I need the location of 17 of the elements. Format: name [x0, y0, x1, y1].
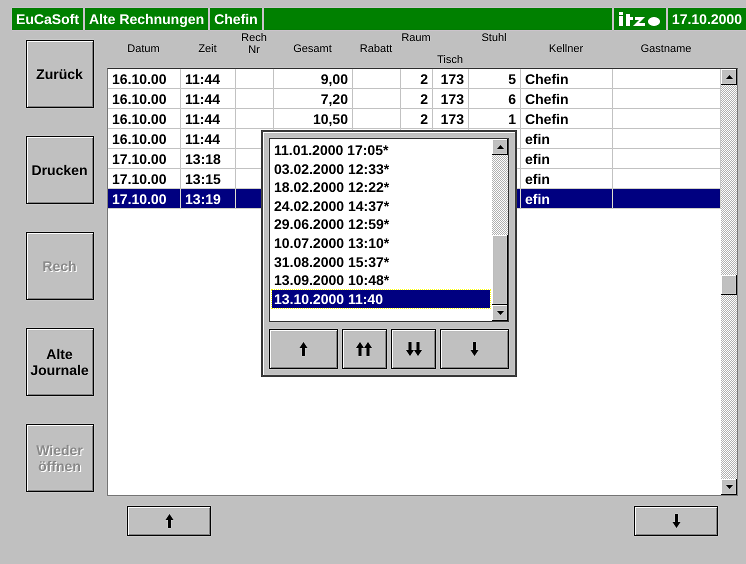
title-bar-label: Alte Rechnungen	[85, 8, 208, 30]
column-header: Rech Nr	[242, 31, 266, 58]
title-bar-label: Chefin	[210, 8, 262, 30]
column-header: Tisch	[436, 53, 464, 68]
column-header: Raum	[400, 31, 432, 46]
column-header: Kellner	[548, 42, 584, 57]
column-header: Gesamt	[292, 42, 333, 57]
table-cell: 17.10.00	[108, 189, 181, 209]
table-cell: efin	[521, 189, 613, 209]
table-cell: 13:19	[181, 189, 236, 209]
column-header: Gastname	[640, 42, 692, 57]
title-bar-date: 17.10.2000	[668, 8, 746, 30]
column-header: Datum	[126, 42, 161, 57]
title-bar-label: EuCaSoft	[12, 8, 83, 30]
column-header: Zeit	[197, 42, 218, 57]
column-header: Rabatt	[358, 42, 394, 57]
column-header: Stuhl	[480, 31, 508, 46]
